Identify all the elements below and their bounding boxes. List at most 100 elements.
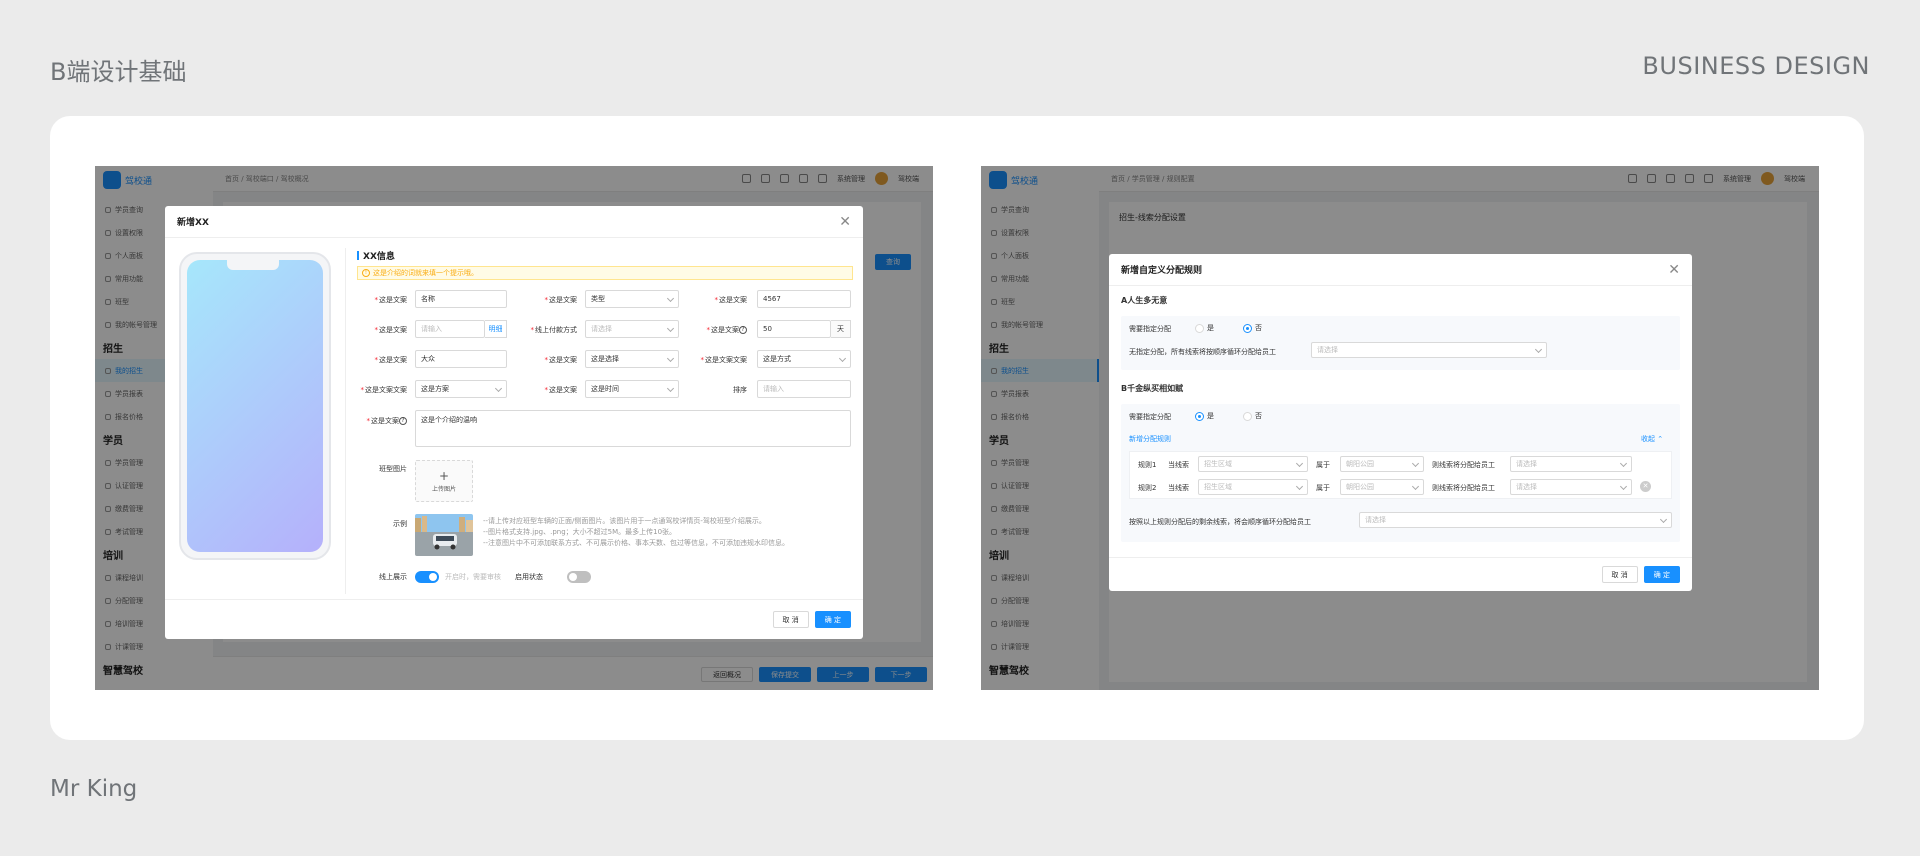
type-select[interactable]: 类型 <box>585 290 679 308</box>
number-input[interactable]: 4567 <box>757 290 851 308</box>
required-mark: * <box>544 386 549 394</box>
chevron-down-icon <box>666 294 675 303</box>
chevron-up-icon: ⌃ <box>1657 435 1664 443</box>
radio-circle <box>1195 323 1204 333</box>
phone-preview <box>179 252 331 560</box>
chevron-down-icon <box>494 384 503 393</box>
screenshot-assign-rule: 驾校通 学员查询 设置权限 个人面板 常用功能 班型 我的帐号管理 招生 我的招… <box>981 166 1819 690</box>
remaining-employee-select[interactable]: 请选择 <box>1359 512 1672 528</box>
question-icon[interactable]: ? <box>399 417 407 425</box>
chevron-down-icon <box>1619 482 1628 491</box>
cancel-button[interactable]: 取 消 <box>772 611 809 628</box>
select-placeholder: 朝阳公园 <box>1346 460 1374 468</box>
employee-select[interactable]: 请选择 <box>1311 342 1547 358</box>
chevron-down-icon <box>1295 482 1304 491</box>
question-icon[interactable]: ? <box>739 326 747 334</box>
region-select[interactable]: 招生区域 <box>1198 456 1308 472</box>
method-select[interactable]: 这是方式 <box>757 350 851 368</box>
field-label: 排序 <box>733 386 747 394</box>
select-placeholder: 招生区域 <box>1204 483 1232 491</box>
days-unit: 天 <box>831 320 851 338</box>
brand-input[interactable]: 大众 <box>415 350 507 368</box>
sort-input[interactable]: 请输入 <box>757 380 851 398</box>
example-car-image <box>415 514 473 556</box>
cancel-button[interactable]: 取 消 <box>1601 566 1638 583</box>
page-author: Mr King <box>50 776 138 802</box>
field-label-text: 线上付款方式 <box>535 326 577 334</box>
add-rule-link[interactable]: 新增分配规则 <box>1129 434 1171 444</box>
field-label: *这是文案 <box>517 385 578 395</box>
chevron-down-icon <box>838 354 847 363</box>
field-label-text: 这是文案 <box>379 356 407 364</box>
add-xx-modal: 新增XX ✕ XX信息 ! 这是介绍的词就来填一个提示哦。 *这是文案 名称 *这… <box>165 206 863 639</box>
modal-header: 新增自定义分配规则 ✕ <box>1109 254 1692 286</box>
page-tag: BUSINESS DESIGN <box>1642 52 1870 80</box>
car-photo <box>415 514 473 556</box>
region-select[interactable]: 招生区域 <box>1198 479 1308 495</box>
field-label-text: 这是文案 <box>719 296 747 304</box>
modal-footer: 取 消 确 定 <box>165 599 863 639</box>
close-icon[interactable]: ✕ <box>839 214 851 230</box>
confirm-button[interactable]: 确 定 <box>814 611 851 628</box>
radio-no[interactable]: 否 <box>1243 323 1262 333</box>
select-placeholder: 朝阳公园 <box>1346 483 1374 491</box>
rules-box: 规则1 当线索 招生区域 属于 朝阳公园 则线索将分配给员工 请选择 规则2 当… <box>1129 451 1672 499</box>
section-b-title: B千金纵买相如赋 <box>1121 384 1184 393</box>
online-display-switch[interactable] <box>415 571 439 583</box>
detail-link[interactable]: 明细 <box>485 320 507 338</box>
close-icon[interactable]: ✕ <box>1668 262 1680 278</box>
field-label-text: 这是文案 <box>379 296 407 304</box>
note-line: --请上传对应班型车辆的正面/侧面图片。该图片用于一点通驾校详情页-驾校班型介绍… <box>483 517 766 525</box>
remaining-text: 按照以上规则分配后的剩余线索，将会顺序循环分配给员工 <box>1129 518 1311 526</box>
section-title: XX信息 <box>357 249 395 262</box>
phone-notch <box>227 260 279 270</box>
select-value: 这是时间 <box>591 385 619 393</box>
area-select[interactable]: 朝阳公园 <box>1340 479 1424 495</box>
required-mark: * <box>700 356 705 364</box>
time-select[interactable]: 这是时间 <box>585 380 679 398</box>
option-select[interactable]: 这是选择 <box>585 350 679 368</box>
remove-rule-icon[interactable]: ✕ <box>1640 481 1651 492</box>
required-mark: * <box>714 296 719 304</box>
online-hint: 开启时，需要审核 <box>445 573 501 581</box>
confirm-button[interactable]: 确 定 <box>1643 566 1680 583</box>
area-select[interactable]: 朝阳公园 <box>1340 456 1424 472</box>
field-label-text: 这是文案 <box>379 326 407 334</box>
plan-select[interactable]: 这是方案 <box>415 380 507 398</box>
employee-select[interactable]: 请选择 <box>1510 456 1632 472</box>
field-label: *这是文案 <box>517 355 578 365</box>
detail-input[interactable]: 请输入 <box>415 320 485 338</box>
section-a-block: 需要指定分配 是 否 无指定分配，所有线索将按顺序循环分配给员工 请选择 <box>1121 316 1680 370</box>
select-placeholder: 请选择 <box>1516 483 1537 491</box>
field-label: *这是文案文案 <box>345 385 408 395</box>
enable-status-switch[interactable] <box>567 571 591 583</box>
switch-knob <box>429 573 437 581</box>
section-b-block: 需要指定分配 是 否 新增分配规则 收起 ⌃ 规则1 当线索 招生区域 属于 朝… <box>1121 404 1680 542</box>
field-label-text: 这是文案 <box>549 386 577 394</box>
employee-select[interactable]: 请选择 <box>1510 479 1632 495</box>
field-label: *这是文案? <box>687 325 747 335</box>
select-placeholder: 招生区域 <box>1204 460 1232 468</box>
divider <box>345 248 346 594</box>
select-value: 这是方案 <box>421 385 449 393</box>
payment-select[interactable]: 请选择 <box>585 320 679 338</box>
radio-label: 否 <box>1255 412 1262 420</box>
required-mark: * <box>374 356 379 364</box>
radio-yes[interactable]: 是 <box>1195 411 1214 421</box>
no-assign-text: 无指定分配，所有线索将按顺序循环分配给员工 <box>1129 348 1276 356</box>
required-mark: * <box>374 326 379 334</box>
select-placeholder: 请选择 <box>591 325 612 333</box>
intro-textarea[interactable]: 这是个介绍的温响 <box>415 410 851 447</box>
chevron-down-icon <box>666 384 675 393</box>
upload-image-button[interactable]: + 上传图片 <box>415 460 473 502</box>
days-input[interactable]: 50 <box>757 320 831 338</box>
field-label-text: 这是文案文案 <box>705 356 747 364</box>
radio-label: 是 <box>1207 412 1214 420</box>
note-line: --注意图片中不可添加联系方式、不可展示价格、事本天数、包过等信息，不可添加违规… <box>483 539 790 547</box>
radio-yes[interactable]: 是 <box>1195 323 1214 333</box>
collapse-link[interactable]: 收起 ⌃ <box>1641 434 1663 444</box>
radio-no[interactable]: 否 <box>1243 411 1262 421</box>
name-input[interactable]: 名称 <box>415 290 507 308</box>
chevron-down-icon <box>1411 459 1420 468</box>
chevron-down-icon <box>666 324 675 333</box>
